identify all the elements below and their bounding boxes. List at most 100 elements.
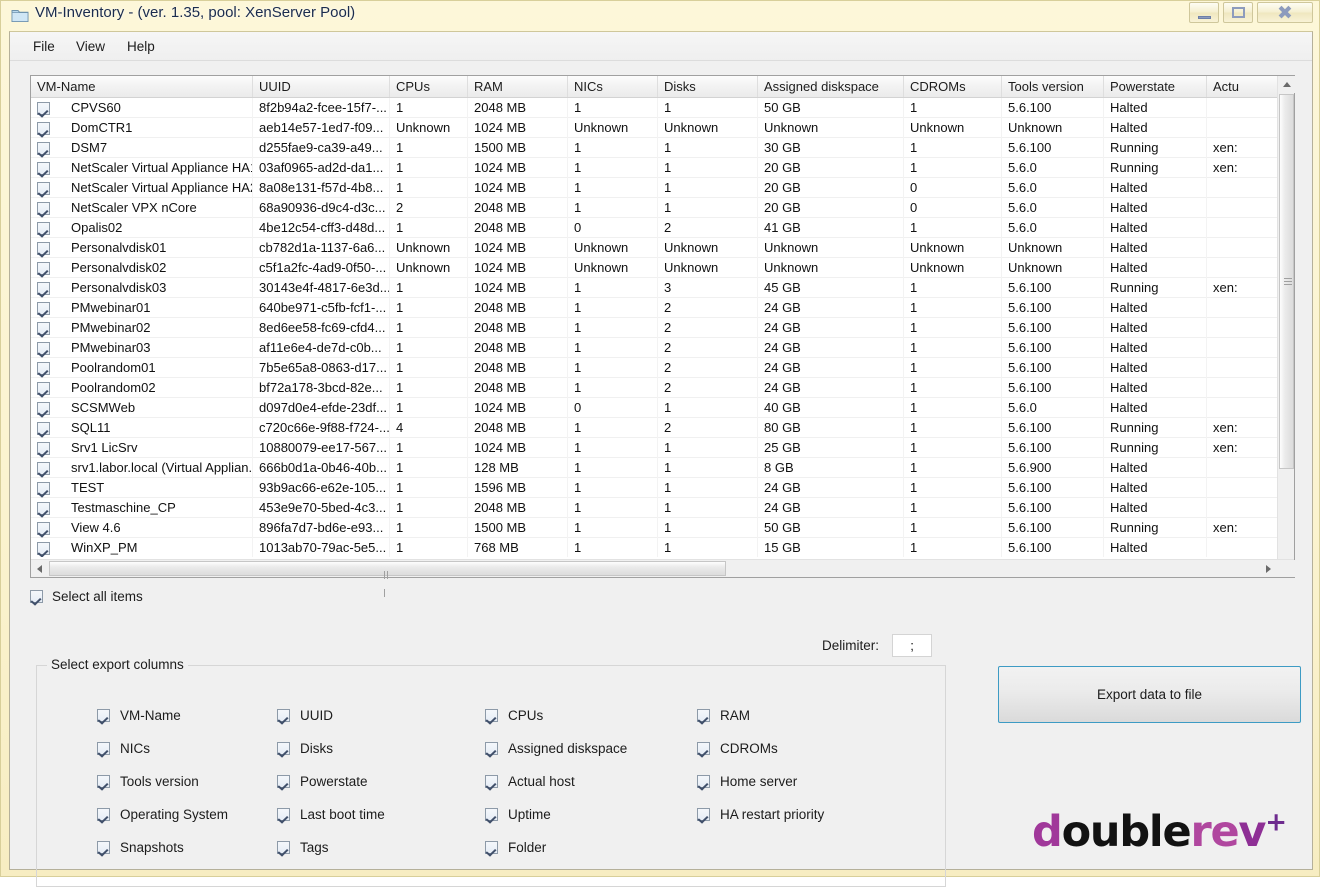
row-select-checkbox[interactable]	[37, 122, 50, 136]
scroll-right-button[interactable]	[1260, 560, 1277, 577]
export-column-option[interactable]: HA restart priority	[697, 805, 824, 823]
row-select-checkbox[interactable]	[37, 102, 50, 116]
grid-vertical-scrollbar[interactable]	[1277, 76, 1295, 577]
row-select-checkbox[interactable]	[37, 162, 50, 176]
table-row[interactable]: SQL11 c720c66e-9f88-f724-... 4 2048 MB 1 2 80 …	[31, 418, 1279, 438]
column-header-tools[interactable]: Tools version	[1002, 76, 1104, 97]
export-column-checkbox[interactable]	[277, 807, 290, 821]
horizontal-scroll-thumb[interactable]	[49, 561, 726, 597]
select-all-items-checkbox[interactable]	[30, 589, 43, 603]
export-column-option[interactable]: Disks	[277, 739, 333, 757]
export-column-option[interactable]: NICs	[97, 739, 150, 757]
row-select-checkbox-cell[interactable]	[31, 318, 65, 338]
row-select-checkbox[interactable]	[37, 502, 50, 516]
export-column-checkbox[interactable]	[697, 807, 710, 821]
table-row[interactable]: DomCTR1 aeb14e57-1ed7-f09... Unknown 1024 M…	[31, 118, 1279, 138]
row-select-checkbox[interactable]	[37, 282, 50, 296]
export-column-option[interactable]: VM-Name	[97, 706, 181, 724]
export-column-option[interactable]: Powerstate	[277, 772, 368, 790]
export-column-option[interactable]: UUID	[277, 706, 333, 724]
export-column-option[interactable]: CPUs	[485, 706, 543, 724]
menu-view[interactable]: View	[67, 37, 114, 57]
export-column-checkbox[interactable]	[697, 774, 710, 788]
table-row[interactable]: WinXP_PM 1013ab70-79ac-5e5... 1 768 MB 1 1 15 …	[31, 538, 1279, 557]
export-column-checkbox[interactable]	[277, 708, 290, 722]
export-column-option[interactable]: Tags	[277, 838, 329, 856]
table-row[interactable]: Personalvdisk02 c5f1a2fc-4ad9-0f50-... Unk…	[31, 258, 1279, 278]
table-row[interactable]: NetScaler Virtual Appliance HA2 8a08e131-…	[31, 178, 1279, 198]
row-select-checkbox[interactable]	[37, 482, 50, 496]
table-row[interactable]: PMwebinar03 af11e6e4-de7d-c0b... 1 2048 MB 1…	[31, 338, 1279, 358]
row-select-checkbox[interactable]	[37, 382, 50, 396]
row-select-checkbox[interactable]	[37, 542, 50, 556]
title-bar[interactable]: VM-Inventory - (ver. 1.35, pool: XenServ…	[1, 1, 1320, 31]
row-select-checkbox[interactable]	[37, 142, 50, 156]
row-select-checkbox[interactable]	[37, 462, 50, 476]
row-select-checkbox-cell[interactable]	[31, 258, 65, 278]
row-select-checkbox[interactable]	[37, 422, 50, 436]
row-select-checkbox-cell[interactable]	[31, 238, 65, 258]
row-select-checkbox[interactable]	[37, 342, 50, 356]
export-column-checkbox[interactable]	[277, 774, 290, 788]
row-select-checkbox-cell[interactable]	[31, 478, 65, 498]
export-column-option[interactable]: Actual host	[485, 772, 575, 790]
column-header-cdroms[interactable]: CDROMs	[904, 76, 1002, 97]
row-select-checkbox-cell[interactable]	[31, 338, 65, 358]
row-select-checkbox[interactable]	[37, 522, 50, 536]
export-data-to-file-button[interactable]: Export data to file	[998, 666, 1301, 723]
export-column-option[interactable]: Assigned diskspace	[485, 739, 627, 757]
row-select-checkbox[interactable]	[37, 182, 50, 196]
export-column-option[interactable]: Uptime	[485, 805, 551, 823]
column-header-actual-host[interactable]: Actu	[1207, 76, 1279, 97]
export-column-checkbox[interactable]	[485, 840, 498, 854]
row-select-checkbox-cell[interactable]	[31, 498, 65, 518]
row-select-checkbox-cell[interactable]	[31, 218, 65, 238]
table-row[interactable]: PMwebinar02 8ed6ee58-fc69-cfd4... 1 2048 MB…	[31, 318, 1279, 338]
table-row[interactable]: Testmaschine_CP 453e9e70-5bed-4c3... 1 2048…	[31, 498, 1279, 518]
row-select-checkbox[interactable]	[37, 442, 50, 456]
table-row[interactable]: Opalis02 4be12c54-cff3-d48d... 1 2048 MB 0 2 4…	[31, 218, 1279, 238]
delimiter-input[interactable]: ;	[892, 634, 933, 657]
row-select-checkbox-cell[interactable]	[31, 138, 65, 158]
table-row[interactable]: Poolrandom02 bf72a178-3bcd-82e... 1 2048 MB…	[31, 378, 1279, 398]
row-select-checkbox-cell[interactable]	[31, 158, 65, 178]
table-row[interactable]: DSM7 d255fae9-ca39-a49... 1 1500 MB 1 1 30 GB 1…	[31, 138, 1279, 158]
export-column-checkbox[interactable]	[697, 741, 710, 755]
column-header-ram[interactable]: RAM	[468, 76, 568, 97]
export-column-checkbox[interactable]	[277, 741, 290, 755]
table-row[interactable]: Poolrandom01 7b5e65a8-0863-d17... 1 2048 MB…	[31, 358, 1279, 378]
export-column-checkbox[interactable]	[97, 774, 110, 788]
table-row[interactable]: Srv1 LicSrv 10880079-ee17-567... 1 1024 MB 1…	[31, 438, 1279, 458]
row-select-checkbox[interactable]	[37, 302, 50, 316]
menu-help[interactable]: Help	[118, 37, 164, 57]
export-column-checkbox[interactable]	[485, 807, 498, 821]
row-select-checkbox-cell[interactable]	[31, 418, 65, 438]
scroll-left-button[interactable]	[31, 560, 48, 577]
row-select-checkbox-cell[interactable]	[31, 438, 65, 458]
export-column-option[interactable]: Home server	[697, 772, 797, 790]
export-column-checkbox[interactable]	[97, 741, 110, 755]
row-select-checkbox[interactable]	[37, 322, 50, 336]
export-column-option[interactable]: Last boot time	[277, 805, 385, 823]
row-select-checkbox-cell[interactable]	[31, 198, 65, 218]
export-column-option[interactable]: RAM	[697, 706, 750, 724]
minimize-button[interactable]	[1189, 2, 1219, 23]
table-row[interactable]: NetScaler VPX nCore 68a90936-d9c4-d3c... 2…	[31, 198, 1279, 218]
export-column-option[interactable]: Folder	[485, 838, 546, 856]
export-column-option[interactable]: Tools version	[97, 772, 199, 790]
select-all-items-row[interactable]: Select all items	[30, 586, 143, 606]
row-select-checkbox[interactable]	[37, 402, 50, 416]
table-row[interactable]: SCSMWeb d097d0e4-efde-23df... 1 1024 MB 0 1 40…	[31, 398, 1279, 418]
column-header-uuid[interactable]: UUID	[253, 76, 390, 97]
menu-file[interactable]: File	[24, 37, 64, 57]
maximize-button[interactable]	[1223, 2, 1253, 23]
export-column-checkbox[interactable]	[485, 708, 498, 722]
scroll-up-button[interactable]	[1278, 76, 1295, 93]
table-row[interactable]: Personalvdisk01 cb782d1a-1137-6a6... Unkno…	[31, 238, 1279, 258]
table-row[interactable]: TEST 93b9ac66-e62e-105... 1 1596 MB 1 1 24 GB 1…	[31, 478, 1279, 498]
row-select-checkbox-cell[interactable]	[31, 178, 65, 198]
row-select-checkbox-cell[interactable]	[31, 298, 65, 318]
table-row[interactable]: CPVS60 8f2b94a2-fcee-15f7-... 1 2048 MB 1 1 50…	[31, 98, 1279, 118]
row-select-checkbox-cell[interactable]	[31, 358, 65, 378]
row-select-checkbox[interactable]	[37, 262, 50, 276]
